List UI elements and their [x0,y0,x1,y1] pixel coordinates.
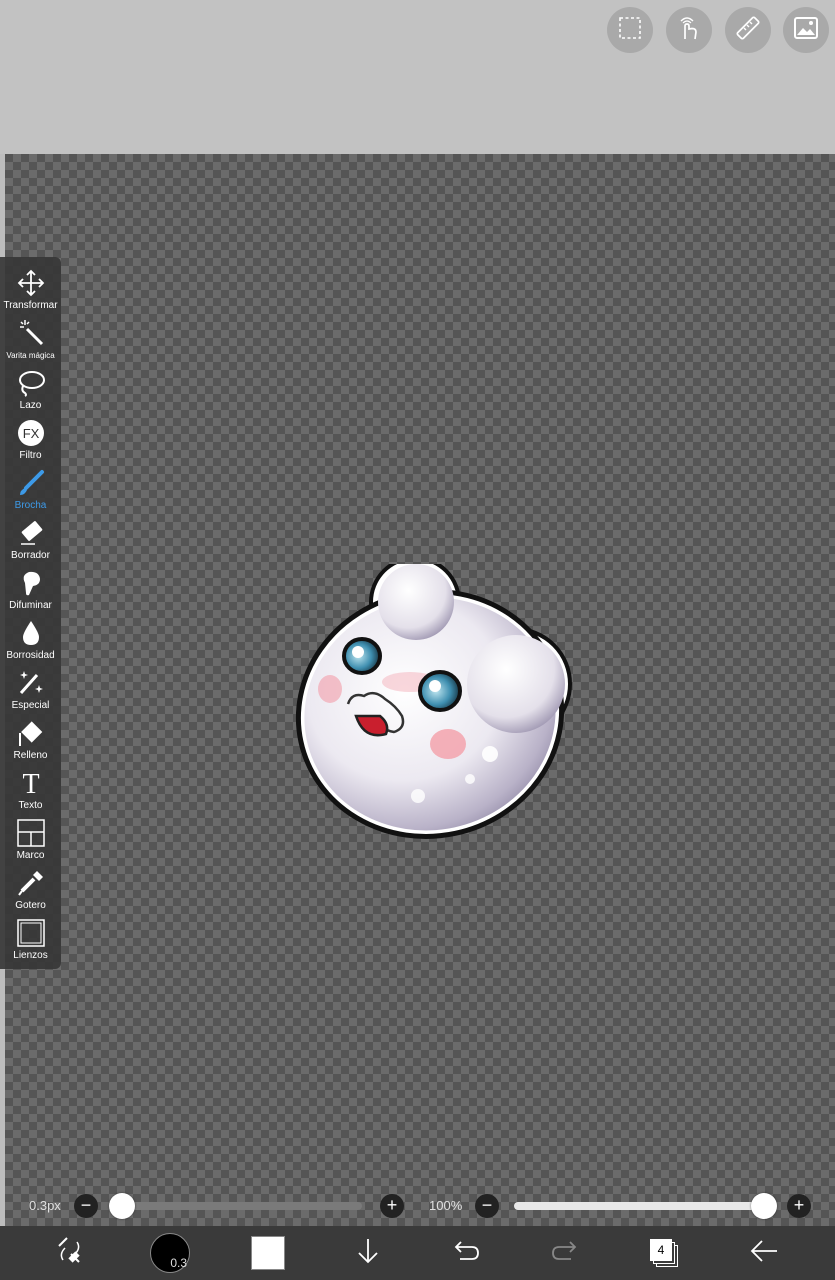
brush-size-indicator[interactable]: 0.3 [148,1226,192,1280]
brush-size-decrease-button[interactable]: − [74,1194,98,1218]
undo-button[interactable] [448,1226,484,1280]
tool-label: Relleno [13,750,48,761]
redo-button[interactable] [547,1226,583,1280]
tool-gotero[interactable]: Gotero [0,862,61,912]
canvas-icon [16,918,46,948]
artwork-seal-character [295,564,572,839]
layers-button[interactable]: 4 [646,1226,682,1280]
brush-size-value: 0.3px [29,1198,61,1213]
back-button[interactable] [746,1226,782,1280]
frame-divider-icon [16,818,46,848]
smudge-icon [16,568,46,598]
opacity-decrease-button[interactable]: − [475,1194,499,1218]
fill-bucket-icon [16,718,46,748]
tool-lienzos[interactable]: Lienzos [0,912,61,962]
brush-size-indicator-label: 0.3 [170,1256,187,1270]
selection-button[interactable] [607,7,653,53]
brush-icon [16,468,46,498]
primary-color-swatch[interactable] [248,1226,288,1280]
top-bar [0,0,835,154]
arrow-down-icon [356,1237,380,1270]
arrow-left-icon [749,1239,779,1268]
tool-label: Especial [11,700,50,711]
lasso-icon [16,368,46,398]
drawing-canvas[interactable] [5,154,835,1226]
move-arrows-icon [16,268,46,298]
sparkle-pen-icon [16,668,46,698]
fx-icon: FX [16,418,46,448]
tool-label: Borrosidad [6,650,55,661]
tool-label: Borrador [11,550,50,561]
opacity-slider-handle[interactable] [751,1193,777,1219]
image-icon [793,15,819,46]
tool-label: Transformar [3,300,58,311]
eyedropper-icon [16,868,46,898]
pen-eraser-switch-icon [55,1236,85,1271]
download-button[interactable] [350,1226,386,1280]
ruler-button[interactable] [725,7,771,53]
undo-icon [452,1239,480,1268]
tool-marco[interactable]: Marco [0,812,61,862]
tool-label: Marco [16,850,45,861]
tool-transformar[interactable]: Transformar [0,262,61,312]
tool-lazo[interactable]: Lazo [0,362,61,412]
layers-count: 4 [650,1239,672,1261]
tool-panel: Transformar Varita mágica Lazo FX Filtro Broc… [0,257,61,969]
tool-texto[interactable]: T Texto [0,762,61,812]
opacity-value: 100% [429,1198,463,1213]
tool-brocha[interactable]: Brocha [0,462,61,512]
tool-difuminar[interactable]: Difuminar [0,562,61,612]
text-icon: T [16,768,46,798]
opacity-increase-button[interactable]: + [787,1194,811,1218]
svg-text:FX: FX [22,426,39,441]
brush-size-increase-button[interactable]: + [380,1194,404,1218]
hand-gesture-button[interactable] [666,7,712,53]
blur-drop-icon [16,618,46,648]
bottom-toolbar: 0.3 4 [0,1226,835,1280]
tool-especial[interactable]: Especial [0,662,61,712]
ruler-icon [735,15,761,46]
eraser-icon [16,518,46,548]
tool-borrador[interactable]: Borrador [0,512,61,562]
tool-label: Gotero [15,900,46,911]
tool-label: Difuminar [9,600,52,611]
layers-icon: 4 [650,1239,678,1267]
tool-varita[interactable]: Varita mágica [0,312,61,362]
brush-size-slider[interactable] [122,1202,362,1210]
magic-wand-icon [16,318,46,348]
swap-tools-button[interactable] [48,1226,92,1280]
svg-text:T: T [22,769,39,797]
tool-label: Varita mágica [6,351,55,360]
tool-label: Brocha [14,500,47,511]
tool-borrosidad[interactable]: Borrosidad [0,612,61,662]
tool-relleno[interactable]: Relleno [0,712,61,762]
tool-label: Texto [18,800,43,811]
brush-size-slider-handle[interactable] [109,1193,135,1219]
tool-label: Lazo [19,400,42,411]
tool-label: Filtro [19,450,42,461]
tool-label: Lienzos [13,950,48,961]
selection-icon [617,15,643,46]
image-button[interactable] [783,7,829,53]
redo-icon [551,1239,579,1268]
hand-gesture-icon [676,15,702,46]
tool-filtro[interactable]: FX Filtro [0,412,61,462]
slider-row: 0.3px − + 100% − + [0,1188,835,1224]
opacity-slider[interactable] [514,1202,764,1210]
